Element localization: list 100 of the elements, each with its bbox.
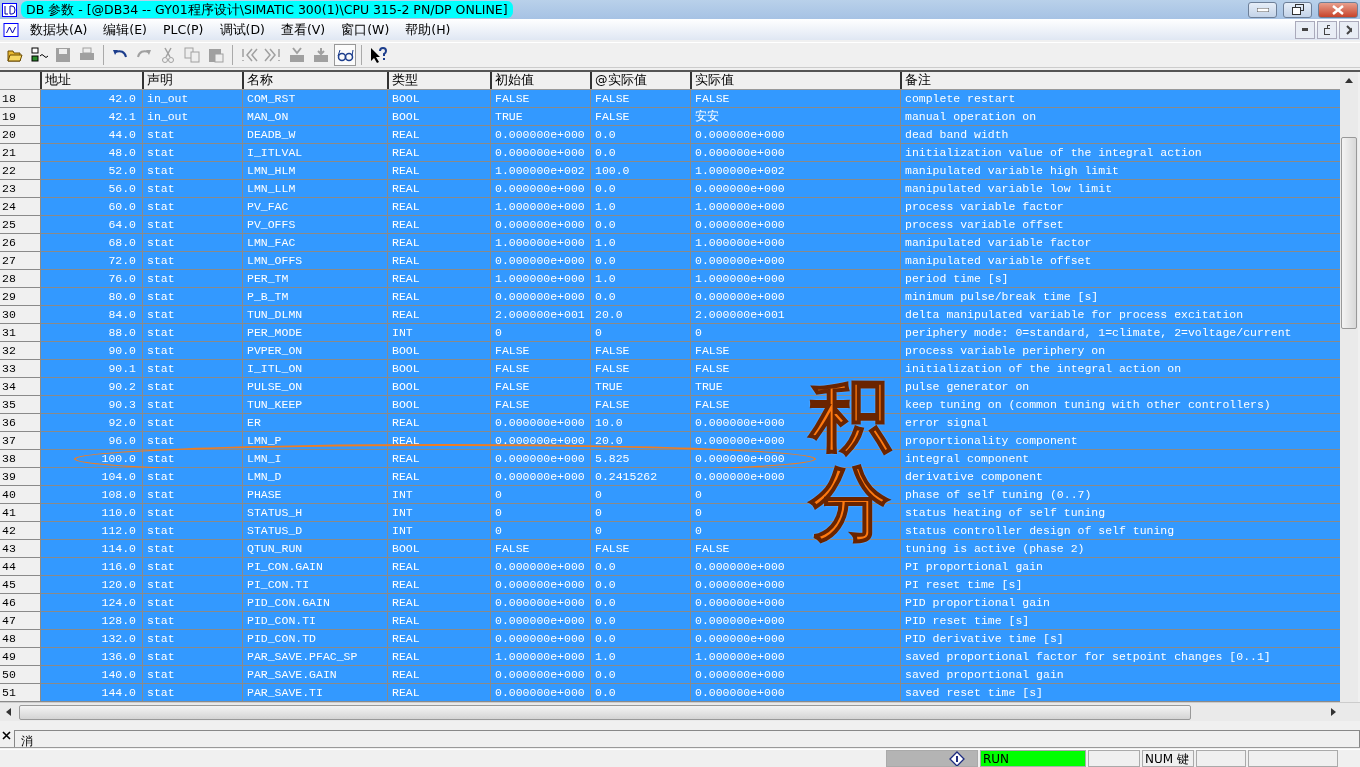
table-cell: manipulated variable offset xyxy=(900,252,1340,269)
table-cell: 0 xyxy=(590,522,690,539)
table-cell: manual operation on xyxy=(900,108,1340,125)
table-cell: INT xyxy=(387,486,490,503)
table-cell: REAL xyxy=(387,666,490,683)
table-cell: 2.000000e+001 xyxy=(690,306,900,323)
table-cell: 48.0 xyxy=(40,144,142,161)
table-cell: P_B_TM xyxy=(242,288,387,305)
table-cell: 1.0 xyxy=(590,234,690,251)
table-cell: 104.0 xyxy=(40,468,142,485)
table-cell: PAR_SAVE.TI xyxy=(242,684,387,701)
table-cell: 0.000000e+000 xyxy=(490,288,590,305)
table-cell: 1.0 xyxy=(590,198,690,215)
table-cell: 0.000000e+000 xyxy=(690,594,900,611)
table-cell: DEADB_W xyxy=(242,126,387,143)
table-cell: 112.0 xyxy=(40,522,142,539)
table-cell: REAL xyxy=(387,630,490,647)
monitor-icon[interactable] xyxy=(334,44,356,66)
table-cell: 100.0 xyxy=(40,450,142,467)
table-cell: 1.000000e+000 xyxy=(690,270,900,287)
table-cell: 64.0 xyxy=(40,216,142,233)
table-cell: 110.0 xyxy=(40,504,142,521)
table-cell: 140.0 xyxy=(40,666,142,683)
table-cell: 68.0 xyxy=(40,234,142,251)
table-cell: keep tuning on (common tuning with other controllers) xyxy=(900,396,1340,413)
status-panel xyxy=(1088,750,1140,767)
table-cell: 0.000000e+000 xyxy=(490,594,590,611)
table-cell: FALSE xyxy=(690,90,900,107)
table-cell: FALSE xyxy=(490,396,590,413)
table-cell: PID_CON.TI xyxy=(242,612,387,629)
table-cell: REAL xyxy=(387,432,490,449)
table-cell: stat xyxy=(142,432,242,449)
table-cell: 0.0 xyxy=(590,666,690,683)
minimize-button[interactable] xyxy=(1295,20,1315,39)
table-cell: REAL xyxy=(387,162,490,179)
table-cell: PID proportional gain xyxy=(900,594,1340,611)
table-cell: proportionality component xyxy=(900,432,1340,449)
table-cell: 0 xyxy=(490,522,590,539)
table-cell: dead band width xyxy=(900,126,1340,143)
table-cell: REAL xyxy=(387,648,490,665)
table-cell: period time [s] xyxy=(900,270,1340,287)
table-cell: status heating of self tuning xyxy=(900,504,1340,521)
document-icon[interactable] xyxy=(2,22,20,37)
table-cell: stat xyxy=(142,144,242,161)
table-cell: 0.2415262 xyxy=(590,468,690,485)
table-cell: FALSE xyxy=(490,540,590,557)
table-cell: stat xyxy=(142,540,242,557)
table-cell: BOOL xyxy=(387,90,490,107)
table-cell: 0.0 xyxy=(590,144,690,161)
menu-item[interactable]: 数据块(A) xyxy=(22,20,96,39)
menu-item[interactable]: 查看(V) xyxy=(272,20,334,39)
menu-item[interactable]: 窗口(W) xyxy=(333,20,398,39)
table-cell: INT xyxy=(387,522,490,539)
table-cell: 132.0 xyxy=(40,630,142,647)
table-cell: delta manipulated variable for process excitation xyxy=(900,306,1340,323)
scrollbar-thumb[interactable] xyxy=(19,705,1191,720)
table-cell: 0.000000e+000 xyxy=(490,180,590,197)
table-cell: BOOL xyxy=(387,342,490,359)
table-cell: stat xyxy=(142,612,242,629)
table-cell: 1.0 xyxy=(590,270,690,287)
table-cell: 76.0 xyxy=(40,270,142,287)
table-cell: 0.0 xyxy=(590,252,690,269)
table-cell: in_out xyxy=(142,108,242,125)
table-cell: manipulated variable low limit xyxy=(900,180,1340,197)
table-cell: BOOL xyxy=(387,360,490,377)
table-cell: 120.0 xyxy=(40,576,142,593)
table-cell: tuning is active (phase 2) xyxy=(900,540,1340,557)
table-cell: 144.0 xyxy=(40,684,142,701)
table-cell: PER_MODE xyxy=(242,324,387,341)
table-cell: stat xyxy=(142,180,242,197)
menu-item[interactable]: 帮助(H) xyxy=(397,20,459,39)
table-cell: 0.0 xyxy=(590,576,690,593)
table-cell: ER xyxy=(242,414,387,431)
table-cell: complete restart xyxy=(900,90,1340,107)
menu-item[interactable]: 编辑(E) xyxy=(95,20,155,39)
table-cell: TUN_DLMN xyxy=(242,306,387,323)
table-cell: PAR_SAVE.PFAC_SP xyxy=(242,648,387,665)
table-cell: BOOL xyxy=(387,378,490,395)
message-tab[interactable]: 消 xyxy=(14,730,1360,747)
table-cell: 90.1 xyxy=(40,360,142,377)
table-cell: REAL xyxy=(387,594,490,611)
table-cell: stat xyxy=(142,468,242,485)
scrollbar-thumb[interactable] xyxy=(1341,137,1357,329)
table-cell: 0.0 xyxy=(590,180,690,197)
minimize-button[interactable] xyxy=(1248,1,1277,18)
table-cell: REAL xyxy=(387,450,490,467)
table-cell: PI_CON.TI xyxy=(242,576,387,593)
table-cell: 0.000000e+000 xyxy=(690,558,900,575)
menu-item[interactable]: 调试(D) xyxy=(211,20,273,39)
table-cell: REAL xyxy=(387,144,490,161)
table-cell: 0.000000e+000 xyxy=(690,612,900,629)
table-cell: pulse generator on xyxy=(900,378,1340,395)
table-cell: REAL xyxy=(387,180,490,197)
table-cell: 1.000000e+000 xyxy=(490,648,590,665)
table-cell: 1.000000e+000 xyxy=(690,648,900,665)
table-cell: process variable periphery on xyxy=(900,342,1340,359)
menu-item[interactable]: PLC(P) xyxy=(154,20,212,39)
run-status: RUN xyxy=(980,750,1086,767)
table-cell: BOOL xyxy=(387,108,490,125)
table-cell: 0.000000e+000 xyxy=(690,216,900,233)
